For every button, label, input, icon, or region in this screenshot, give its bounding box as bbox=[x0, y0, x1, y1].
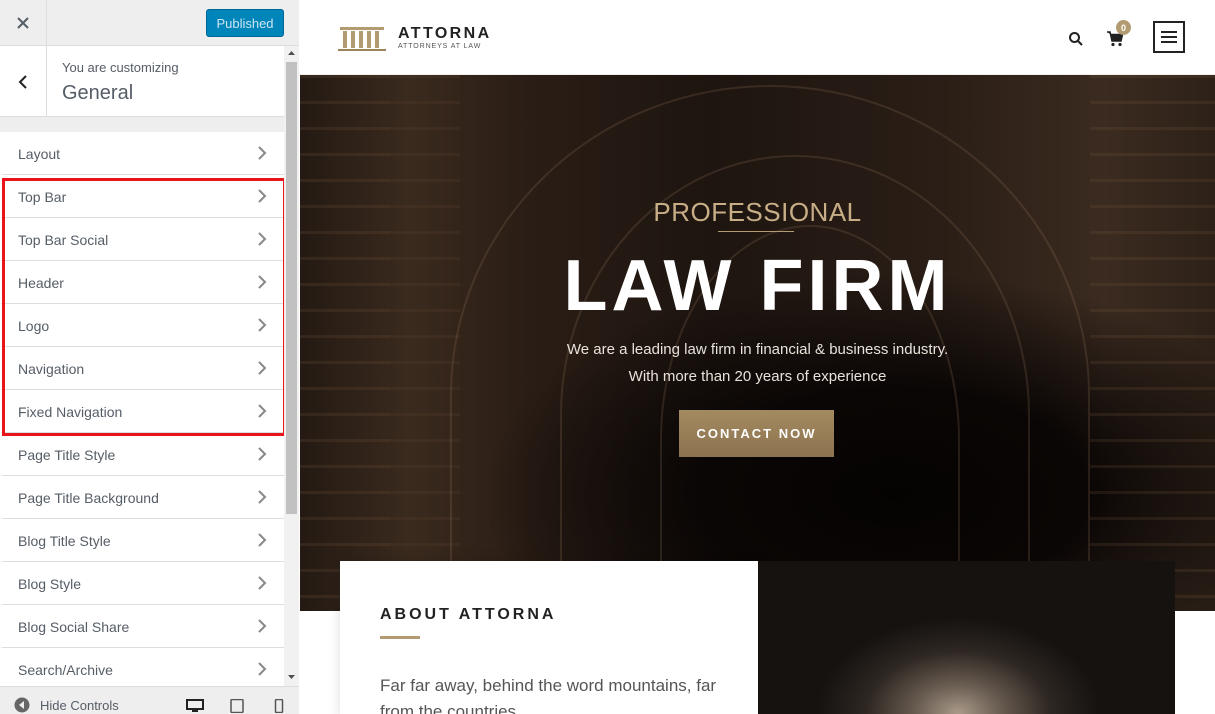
hero-description-line: We are a leading law firm in financial &… bbox=[566, 341, 949, 358]
menu-item-label: Fixed Navigation bbox=[18, 404, 123, 420]
hero-description-line: With more than 20 years of experience bbox=[628, 368, 887, 385]
menu-item-page-title-style[interactable]: Page Title Style bbox=[0, 433, 284, 476]
customizer-footer: Hide Controls bbox=[0, 686, 299, 714]
hero-title: LAW FIRM bbox=[563, 246, 952, 326]
menu-item-blog-style[interactable]: Blog Style bbox=[0, 562, 284, 605]
chevron-right-icon bbox=[258, 404, 267, 418]
contact-now-button[interactable]: CONTACT NOW bbox=[679, 410, 834, 457]
menu-item-label: Logo bbox=[18, 318, 50, 334]
menu-item-page-title-background[interactable]: Page Title Background bbox=[0, 476, 284, 519]
menu-item-label: Header bbox=[18, 275, 64, 291]
site-preview: ATTORNA ATTORNEYS AT LAW 0 PROFESSIONAL bbox=[300, 0, 1215, 714]
columns-logo-icon[interactable] bbox=[336, 24, 388, 52]
close-icon bbox=[17, 17, 29, 29]
chevron-right-icon bbox=[258, 576, 267, 590]
menu-item-top-bar[interactable]: Top Bar bbox=[0, 175, 284, 218]
cart-count-badge: 0 bbox=[1116, 20, 1131, 35]
chevron-right-icon bbox=[258, 189, 267, 203]
customizer-header: Published bbox=[0, 0, 299, 46]
chevron-right-icon bbox=[258, 275, 267, 289]
menu-item-label: Navigation bbox=[18, 361, 85, 377]
publish-button[interactable]: Published bbox=[206, 9, 284, 37]
chevron-right-icon bbox=[258, 447, 267, 461]
hero-section: PROFESSIONAL LAW FIRM We are a leading l… bbox=[300, 75, 1215, 611]
customizer-sidebar: Published You are customizing General La… bbox=[0, 0, 299, 714]
hamburger-icon bbox=[1161, 31, 1177, 43]
menu-item-layout[interactable]: Layout bbox=[0, 132, 284, 175]
logo-name[interactable]: ATTORNA bbox=[398, 25, 492, 43]
chevron-left-icon bbox=[18, 74, 27, 89]
desktop-icon[interactable] bbox=[186, 699, 204, 713]
customizer-panel: You are customizing General Layout Top B… bbox=[0, 46, 284, 686]
tablet-icon[interactable] bbox=[228, 699, 246, 713]
attorney-photo bbox=[758, 561, 1175, 714]
back-button[interactable] bbox=[0, 46, 47, 117]
menu-item-navigation[interactable]: Navigation bbox=[0, 347, 284, 390]
menu-item-blog-social-share[interactable]: Blog Social Share bbox=[0, 605, 284, 648]
scroll-up-icon[interactable] bbox=[284, 46, 299, 60]
search-icon[interactable] bbox=[1068, 31, 1084, 47]
section-title: General bbox=[62, 82, 134, 104]
chevron-right-icon bbox=[258, 361, 267, 375]
chevron-right-icon bbox=[258, 490, 267, 504]
customizing-label: You are customizing bbox=[62, 60, 179, 75]
menu-item-label: Blog Title Style bbox=[18, 533, 111, 549]
chevron-right-icon bbox=[258, 146, 267, 160]
hide-controls-label: Hide Controls bbox=[40, 697, 119, 713]
hero-divider bbox=[718, 231, 794, 232]
scroll-down-icon[interactable] bbox=[284, 670, 299, 684]
menu-item-label: Page Title Background bbox=[18, 490, 159, 506]
about-divider bbox=[380, 636, 420, 639]
chevron-right-icon bbox=[258, 533, 267, 547]
menu-item-label: Layout bbox=[18, 146, 61, 162]
about-title: ABOUT ATTORNA bbox=[380, 606, 557, 623]
hide-controls-button[interactable]: Hide Controls bbox=[14, 697, 119, 713]
chevron-right-icon bbox=[258, 318, 267, 332]
menu-item-fixed-navigation[interactable]: Fixed Navigation bbox=[0, 390, 284, 433]
menu-item-top-bar-social[interactable]: Top Bar Social bbox=[0, 218, 284, 261]
menu-item-label: Search/Archive bbox=[18, 662, 113, 678]
site-header: ATTORNA ATTORNEYS AT LAW 0 bbox=[300, 0, 1215, 75]
customize-info: You are customizing General bbox=[0, 46, 284, 117]
close-customizer-button[interactable] bbox=[0, 0, 47, 46]
chevron-right-icon bbox=[258, 619, 267, 633]
menu-item-label: Blog Social Share bbox=[18, 619, 130, 635]
mobile-icon[interactable] bbox=[270, 699, 288, 713]
sidebar-scrollbar[interactable] bbox=[284, 46, 299, 686]
menu-item-search-archive[interactable]: Search/Archive bbox=[0, 648, 284, 686]
menu-item-label: Top Bar Social bbox=[18, 232, 109, 248]
menu-item-header[interactable]: Header bbox=[0, 261, 284, 304]
menu-item-label: Page Title Style bbox=[18, 447, 116, 463]
scrollbar-thumb[interactable] bbox=[286, 62, 297, 514]
about-card: ABOUT ATTORNA Far far away, behind the w… bbox=[340, 561, 758, 714]
hero-subtitle: PROFESSIONAL bbox=[653, 197, 862, 227]
menu-item-label: Blog Style bbox=[18, 576, 82, 592]
menu-toggle-button[interactable] bbox=[1153, 21, 1185, 53]
menu-item-blog-title-style[interactable]: Blog Title Style bbox=[0, 519, 284, 562]
chevron-right-icon bbox=[258, 662, 267, 676]
about-text: Far far away, behind the word mountains,… bbox=[380, 676, 717, 714]
chevron-right-icon bbox=[258, 232, 267, 246]
section-menu: Layout Top Bar Top Bar Social Header Log… bbox=[0, 132, 284, 686]
menu-item-logo[interactable]: Logo bbox=[0, 304, 284, 347]
logo-tagline: ATTORNEYS AT LAW bbox=[398, 43, 482, 50]
menu-item-label: Top Bar bbox=[18, 189, 67, 205]
collapse-icon bbox=[14, 697, 30, 713]
